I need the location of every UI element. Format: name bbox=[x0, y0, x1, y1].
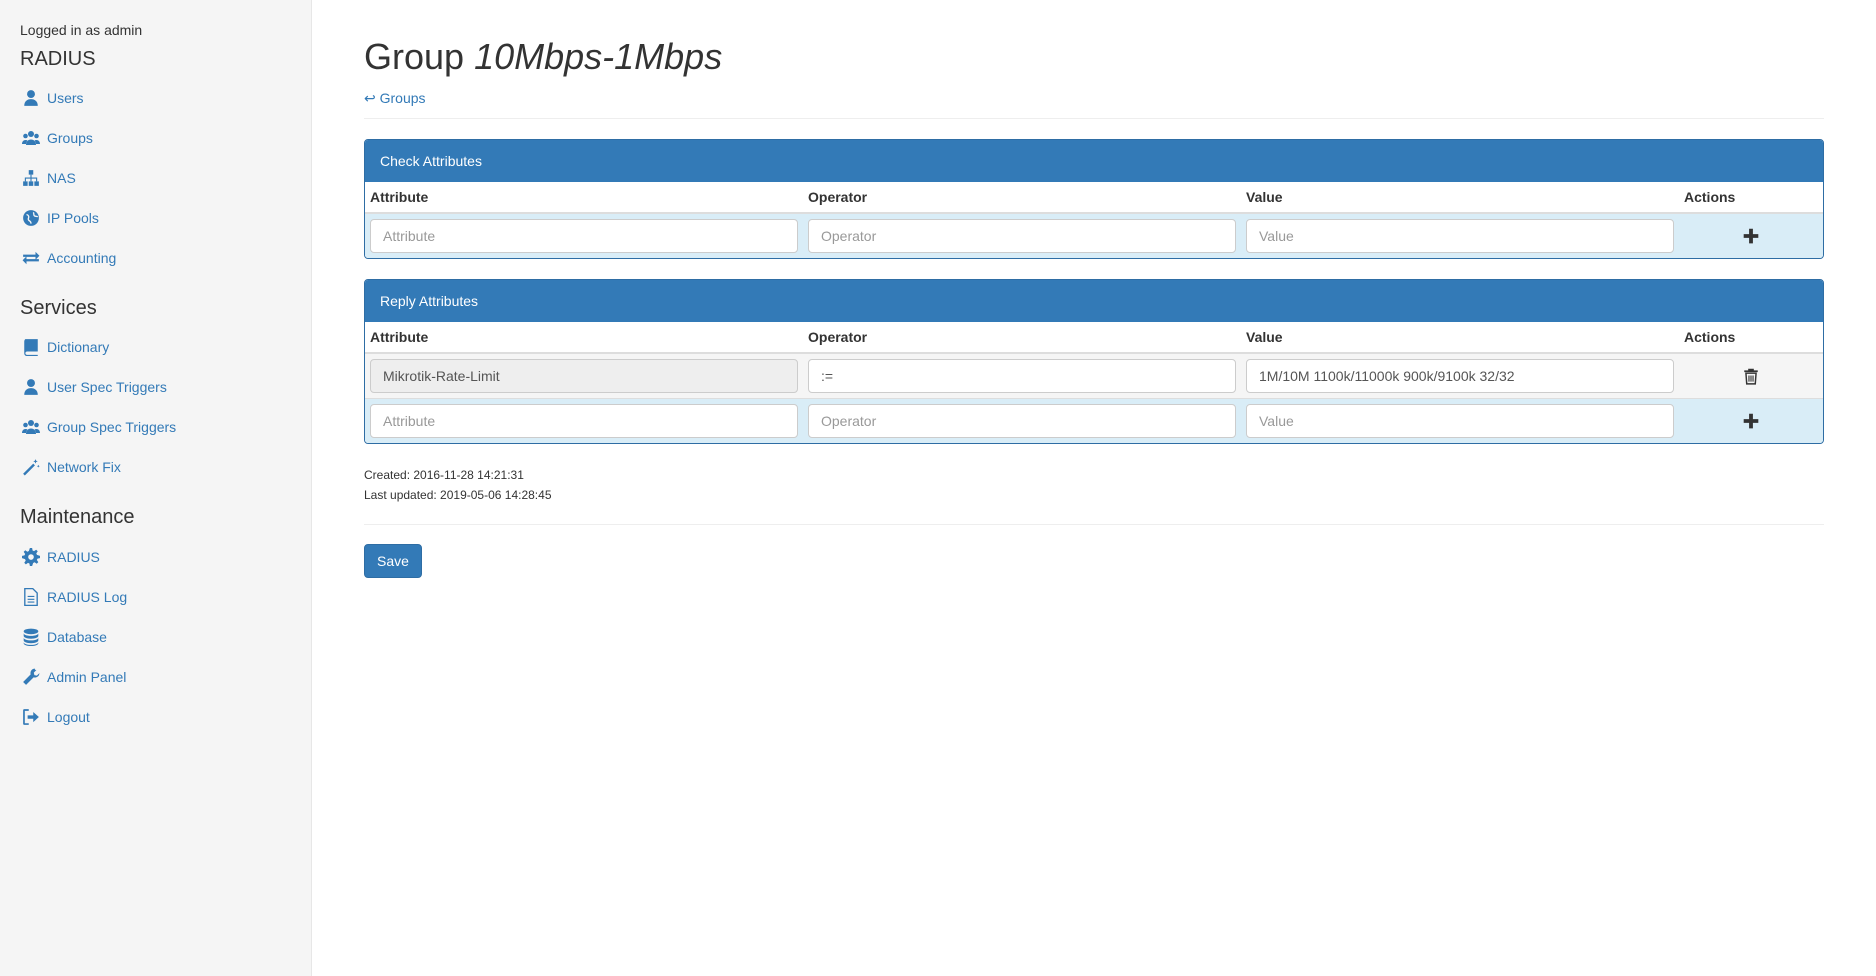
attribute-input[interactable] bbox=[370, 219, 798, 253]
nav-nas[interactable]: NAS bbox=[22, 166, 76, 190]
divider bbox=[364, 524, 1824, 525]
column-header: Attribute bbox=[370, 329, 429, 345]
column-header: Attribute bbox=[370, 189, 429, 205]
value-field[interactable] bbox=[1246, 359, 1674, 393]
value-input[interactable] bbox=[1246, 219, 1674, 253]
new-attribute-row bbox=[365, 214, 1823, 258]
sidebar: Logged in as admin RADIUS Users Groups N… bbox=[0, 0, 312, 976]
column-header: Operator bbox=[808, 189, 868, 205]
file-text-icon bbox=[24, 588, 38, 606]
nav-label: Database bbox=[47, 629, 107, 645]
table-header: Attribute Operator Value Actions bbox=[365, 322, 1823, 354]
book-icon bbox=[24, 339, 38, 356]
sign-out-icon bbox=[23, 709, 39, 725]
nav-database[interactable]: Database bbox=[22, 625, 107, 649]
magic-wand-icon bbox=[23, 459, 40, 476]
users-icon bbox=[22, 131, 40, 145]
user-icon bbox=[24, 379, 38, 395]
nav-radius-log[interactable]: RADIUS Log bbox=[22, 585, 127, 609]
nav-dictionary[interactable]: Dictionary bbox=[22, 335, 109, 359]
nav-label: Admin Panel bbox=[47, 669, 127, 685]
updated-timestamp: Last updated: 2019-05-06 14:28:45 bbox=[364, 488, 552, 502]
nav-label: Accounting bbox=[47, 250, 117, 266]
plus-icon[interactable] bbox=[1742, 412, 1760, 430]
database-icon bbox=[23, 628, 39, 646]
sitemap-icon bbox=[23, 170, 39, 186]
check-attributes-panel: Check Attributes Attribute Operator Valu… bbox=[364, 139, 1824, 259]
section-radius: RADIUS bbox=[20, 48, 96, 70]
column-header: Value bbox=[1246, 329, 1283, 345]
nav-users[interactable]: Users bbox=[22, 86, 84, 110]
nav-label: Groups bbox=[47, 130, 93, 146]
nav-admin-panel[interactable]: Admin Panel bbox=[22, 665, 126, 689]
reply-attributes-panel: Reply Attributes Attribute Operator Valu… bbox=[364, 279, 1824, 444]
nav-label: Dictionary bbox=[47, 339, 110, 355]
trash-icon[interactable] bbox=[1742, 367, 1760, 385]
column-header: Operator bbox=[808, 329, 868, 345]
page-title: Group 10Mbps-1Mbps bbox=[364, 36, 722, 78]
operator-input[interactable] bbox=[808, 404, 1236, 438]
panel-heading: Reply Attributes bbox=[365, 280, 1823, 322]
nav-network-fix[interactable]: Network Fix bbox=[22, 455, 121, 479]
nav-label: Network Fix bbox=[47, 459, 121, 475]
nav-user-spec-triggers[interactable]: User Spec Triggers bbox=[22, 375, 167, 399]
nav-logout[interactable]: Logout bbox=[22, 705, 90, 729]
user-icon bbox=[24, 90, 38, 106]
value-input[interactable] bbox=[1246, 404, 1674, 438]
exchange-icon bbox=[22, 251, 40, 265]
attribute-field bbox=[370, 359, 798, 393]
nav-label: User Spec Triggers bbox=[47, 379, 167, 395]
new-attribute-row bbox=[365, 399, 1823, 443]
title-prefix: Group bbox=[364, 36, 465, 77]
operator-field[interactable] bbox=[808, 359, 1236, 393]
created-timestamp: Created: 2016-11-28 14:21:31 bbox=[364, 468, 524, 482]
gear-icon bbox=[22, 548, 40, 566]
attribute-input[interactable] bbox=[370, 404, 798, 438]
group-name: 10Mbps-1Mbps bbox=[474, 36, 723, 77]
nav-label: IP Pools bbox=[47, 210, 99, 226]
nav-label: Group Spec Triggers bbox=[47, 419, 177, 435]
users-icon bbox=[22, 420, 40, 434]
nav-radius[interactable]: RADIUS bbox=[22, 545, 100, 569]
nav-label: RADIUS Log bbox=[47, 589, 128, 605]
back-to-groups-link[interactable]: ↩ Groups bbox=[364, 90, 426, 107]
wrench-icon bbox=[23, 668, 40, 685]
nav-accounting[interactable]: Accounting bbox=[22, 246, 116, 270]
table-header: Attribute Operator Value Actions bbox=[365, 182, 1823, 214]
divider bbox=[364, 118, 1824, 119]
nav-label: Users bbox=[47, 90, 84, 106]
nav-ip-pools[interactable]: IP Pools bbox=[22, 206, 99, 230]
section-services: Services bbox=[20, 297, 97, 319]
globe-icon bbox=[23, 210, 39, 226]
nav-group-spec-triggers[interactable]: Group Spec Triggers bbox=[22, 415, 176, 439]
column-header: Actions bbox=[1684, 189, 1736, 205]
section-maintenance: Maintenance bbox=[20, 506, 135, 528]
panel-heading: Check Attributes bbox=[365, 140, 1823, 182]
save-button[interactable]: Save bbox=[364, 544, 422, 578]
nav-label: Logout bbox=[47, 709, 90, 725]
nav-groups[interactable]: Groups bbox=[22, 126, 93, 150]
nav-label: RADIUS bbox=[47, 549, 100, 565]
column-header: Actions bbox=[1684, 329, 1736, 345]
operator-input[interactable] bbox=[808, 219, 1236, 253]
logged-in-label: Logged in as admin bbox=[20, 22, 143, 38]
attribute-row bbox=[365, 354, 1823, 399]
plus-icon[interactable] bbox=[1742, 227, 1760, 245]
nav-label: NAS bbox=[47, 170, 76, 186]
column-header: Value bbox=[1246, 189, 1283, 205]
